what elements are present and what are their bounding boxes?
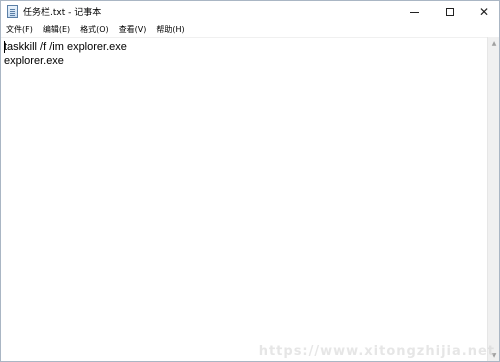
close-button[interactable]: ✕ (467, 1, 500, 23)
maximize-button[interactable] (433, 1, 467, 23)
window-title: 任务栏.txt - 记事本 (23, 8, 102, 18)
menu-file[interactable]: 文件(F) (1, 23, 38, 37)
notepad-window: 任务栏.txt - 记事本 ✕ 文件(F) 编辑(E) 格式(O) 查看(V) … (0, 0, 500, 362)
menu-help[interactable]: 帮助(H) (151, 23, 189, 37)
close-icon: ✕ (478, 5, 490, 19)
menu-view[interactable]: 查看(V) (114, 23, 152, 37)
scroll-up-icon[interactable]: ▲ (488, 37, 500, 49)
menu-bar: 文件(F) 编辑(E) 格式(O) 查看(V) 帮助(H) (1, 23, 499, 37)
text-editor[interactable]: taskkill /f /im explorer.exe explorer.ex… (1, 37, 487, 361)
text-caret (4, 41, 5, 53)
editor-line: explorer.exe (4, 55, 64, 67)
vertical-scrollbar[interactable]: ▲ ▼ (487, 37, 499, 361)
menu-edit[interactable]: 编辑(E) (38, 23, 75, 37)
watermark: https://www.xitongzhijia.net (258, 344, 495, 359)
menu-format[interactable]: 格式(O) (75, 23, 114, 37)
notepad-icon[interactable] (7, 5, 18, 18)
minimize-button[interactable] (397, 1, 431, 23)
editor-line: taskkill /f /im explorer.exe (4, 41, 127, 53)
maximize-icon (446, 8, 454, 16)
title-bar[interactable]: 任务栏.txt - 记事本 ✕ (1, 1, 499, 23)
minimize-icon (409, 11, 419, 13)
